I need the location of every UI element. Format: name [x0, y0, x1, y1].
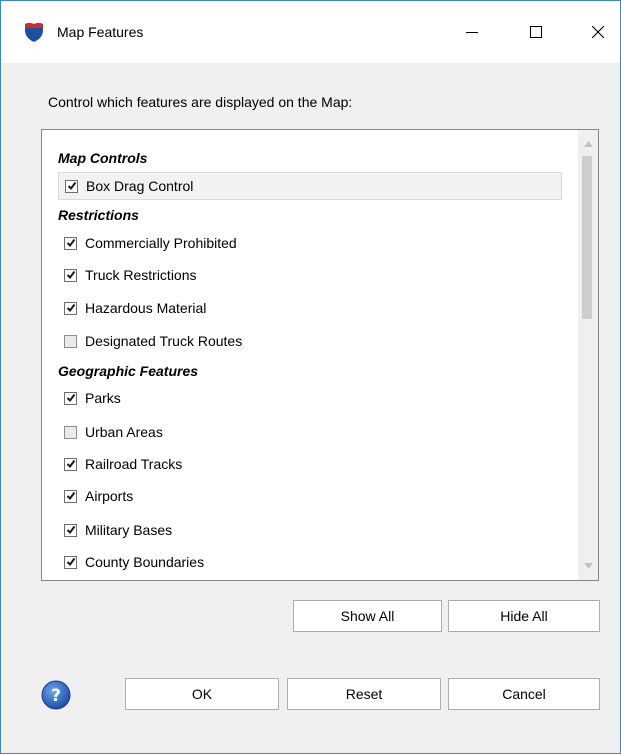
checkbox-item-railroad-tracks[interactable]: Railroad Tracks: [58, 450, 182, 478]
checkbox-item-commercially-prohibited[interactable]: Commercially Prohibited: [58, 229, 237, 257]
item-label: Railroad Tracks: [85, 456, 183, 472]
checkbox-item-military-bases[interactable]: Military Bases: [58, 516, 172, 544]
checkmark-icon: [66, 557, 75, 567]
checkbox[interactable]: [64, 301, 77, 315]
window-title: Map Features: [57, 24, 144, 40]
features-list[interactable]: Map Controls Box Drag Control Restrictio…: [41, 129, 599, 581]
scroll-up-arrow-icon[interactable]: [582, 138, 594, 150]
item-label: Urban Areas: [85, 424, 163, 440]
map-features-dialog: Map Features Control which features are …: [0, 0, 621, 754]
checkmark-icon: [66, 459, 75, 469]
checkbox[interactable]: [64, 391, 77, 405]
maximize-button[interactable]: [513, 15, 559, 49]
item-label: Designated Truck Routes: [85, 333, 243, 349]
checkmark-icon: [66, 393, 75, 403]
maximize-icon: [530, 26, 542, 38]
checkmark-icon: [66, 270, 75, 280]
help-question-icon[interactable]: ?: [41, 680, 71, 710]
item-label: Truck Restrictions: [85, 267, 197, 283]
checkbox[interactable]: [64, 425, 77, 439]
reset-button[interactable]: Reset: [287, 678, 441, 710]
title-bar[interactable]: Map Features: [1, 1, 620, 63]
checkbox[interactable]: [64, 268, 77, 282]
checkbox-item-box-drag-control[interactable]: Box Drag Control: [58, 172, 562, 200]
checkbox[interactable]: [65, 179, 78, 193]
checkmark-icon: [66, 303, 75, 313]
checkbox-item-hazardous-material[interactable]: Hazardous Material: [58, 294, 206, 322]
close-button[interactable]: [575, 15, 621, 49]
interstate-shield-icon: [25, 23, 43, 42]
features-list-content: Map Controls Box Drag Control Restrictio…: [42, 130, 577, 580]
checkbox-item-urban-areas[interactable]: Urban Areas: [58, 418, 163, 446]
minimize-button[interactable]: [449, 15, 495, 49]
group-header-map-controls: Map Controls: [58, 150, 148, 166]
vertical-scrollbar[interactable]: [578, 130, 598, 580]
checkbox[interactable]: [64, 523, 77, 537]
item-label: Commercially Prohibited: [85, 235, 237, 251]
checkmark-icon: [67, 181, 76, 191]
checkbox[interactable]: [64, 457, 77, 471]
checkbox-item-truck-restrictions[interactable]: Truck Restrictions: [58, 261, 197, 289]
svg-text:?: ?: [51, 686, 61, 706]
item-label: Parks: [85, 390, 121, 406]
checkbox[interactable]: [64, 236, 77, 250]
close-icon: [592, 26, 604, 38]
cancel-button[interactable]: Cancel: [448, 678, 600, 710]
instruction-text: Control which features are displayed on …: [48, 94, 353, 110]
item-label: Airports: [85, 488, 134, 504]
item-label: Hazardous Material: [85, 300, 207, 316]
scroll-down-arrow-icon[interactable]: [582, 560, 594, 572]
item-label: County Boundaries: [85, 554, 205, 570]
ok-button[interactable]: OK: [125, 678, 279, 710]
scrollbar-thumb[interactable]: [582, 156, 592, 319]
group-header-restrictions: Restrictions: [58, 207, 139, 223]
checkmark-icon: [66, 491, 75, 501]
checkbox[interactable]: [64, 489, 77, 503]
hide-all-button[interactable]: Hide All: [448, 600, 600, 632]
checkbox-item-parks[interactable]: Parks: [58, 384, 121, 412]
checkbox-item-airports[interactable]: Airports: [58, 482, 133, 510]
checkbox[interactable]: [64, 334, 77, 348]
item-label: Military Bases: [85, 522, 173, 538]
show-all-button[interactable]: Show All: [293, 600, 442, 632]
item-label: Box Drag Control: [86, 178, 194, 194]
checkbox[interactable]: [64, 555, 77, 569]
checkmark-icon: [66, 525, 75, 535]
group-header-geographic-features: Geographic Features: [58, 363, 199, 379]
checkbox-item-county-boundaries[interactable]: County Boundaries: [58, 548, 204, 576]
checkmark-icon: [66, 238, 75, 248]
minimize-icon: [466, 32, 478, 33]
checkbox-item-designated-truck-routes[interactable]: Designated Truck Routes: [58, 327, 242, 355]
